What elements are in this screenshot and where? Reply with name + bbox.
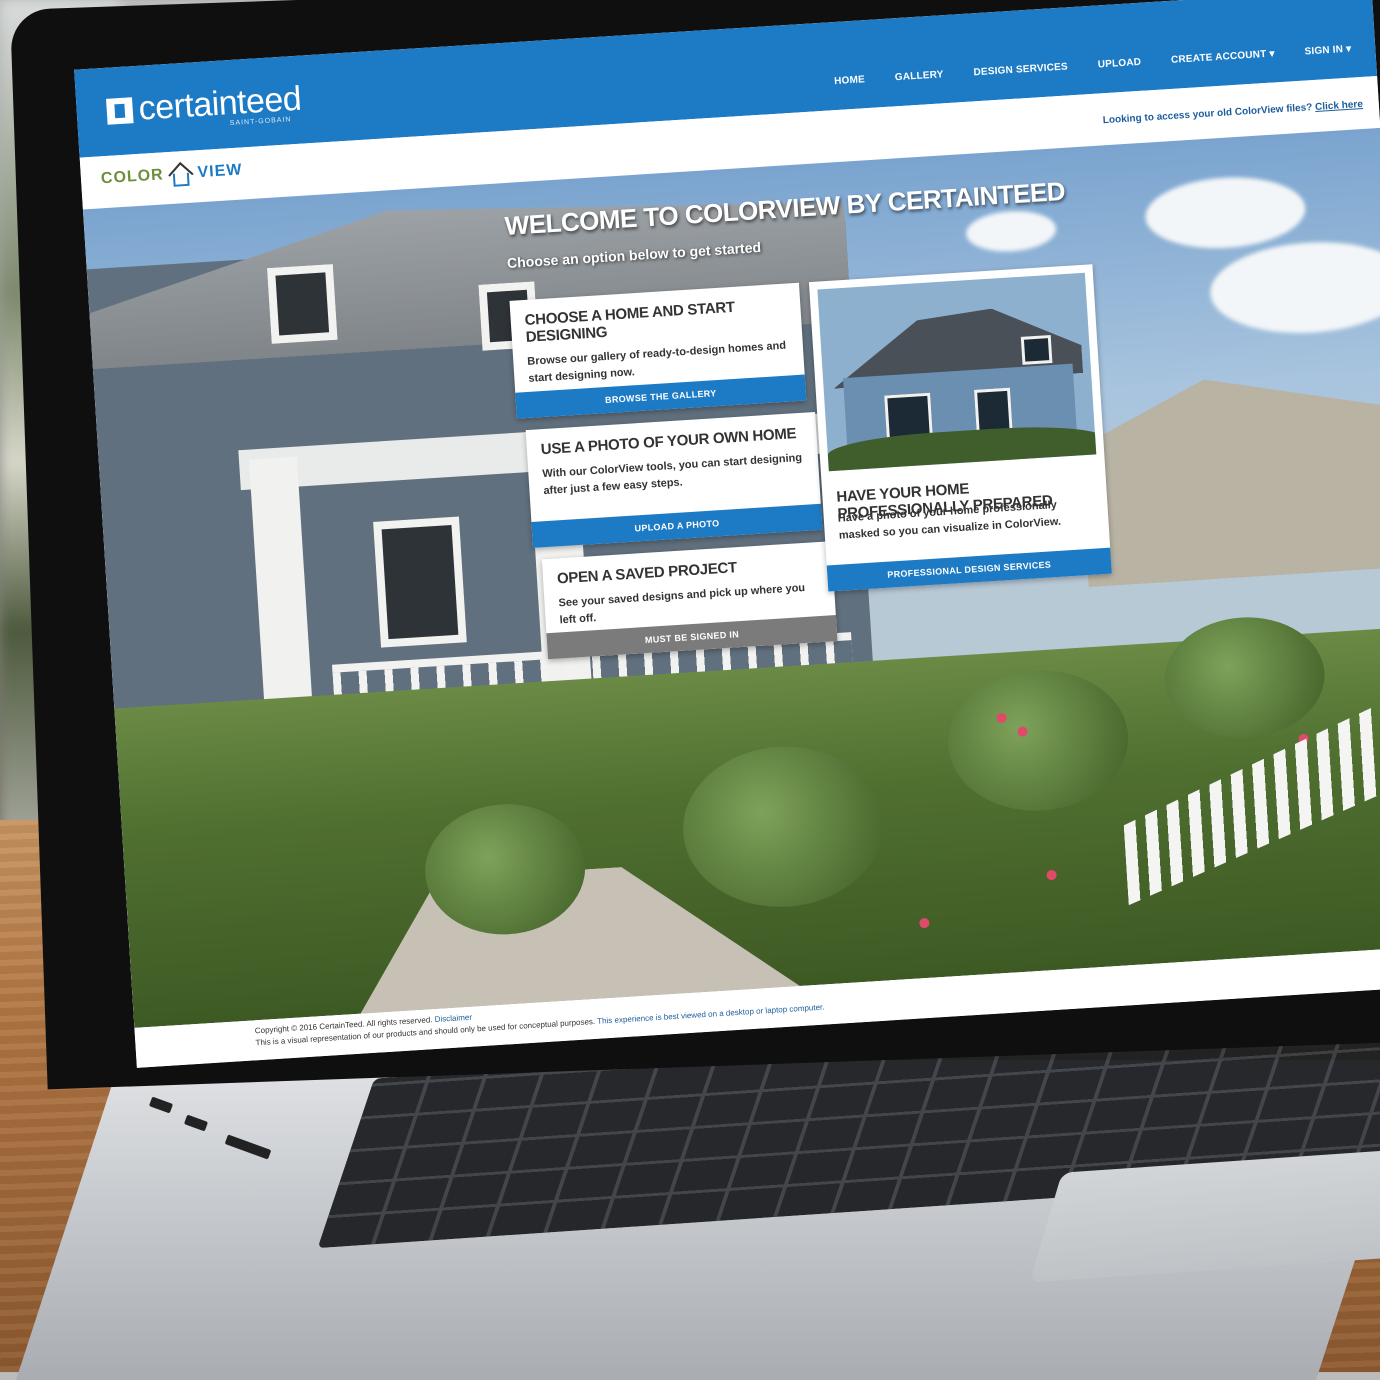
- laptop-screen: certainteed SAINT-GOBAIN HOME GALLERY DE…: [74, 0, 1380, 1068]
- disclaimer-link[interactable]: Disclaimer: [434, 1013, 472, 1024]
- gallery-card: Choose a home and start designing Browse…: [509, 282, 807, 419]
- old-files-text: Looking to access your old ColorView fil…: [1102, 102, 1313, 127]
- house-window: [373, 516, 467, 648]
- desktop-notice-link[interactable]: This experience is best viewed on a desk…: [597, 1003, 825, 1026]
- nav-create-account[interactable]: CREATE ACCOUNT ▾: [1171, 48, 1275, 65]
- certainteed-logo-icon: [105, 96, 134, 125]
- nav-design-services[interactable]: DESIGN SERVICES: [973, 61, 1068, 78]
- house-icon: [165, 158, 197, 190]
- nav-home[interactable]: HOME: [834, 74, 865, 87]
- nav-gallery[interactable]: GALLERY: [895, 69, 944, 83]
- main-nav: HOME GALLERY DESIGN SERVICES UPLOAD CREA…: [834, 44, 1352, 88]
- upload-card: Use a photo of your own home With our Co…: [525, 411, 823, 548]
- neighbor-houses: [1076, 367, 1380, 587]
- professional-card: Have your home professionally prepared H…: [808, 264, 1112, 592]
- cloud: [964, 208, 1058, 255]
- colorview-logo[interactable]: COLOR VIEW: [100, 155, 243, 194]
- cloud: [1143, 172, 1308, 253]
- laptop-bezel: certainteed SAINT-GOBAIN HOME GALLERY DE…: [10, 0, 1380, 1090]
- nav-sign-in[interactable]: SIGN IN ▾: [1304, 44, 1351, 58]
- dormer-window: [266, 263, 338, 344]
- nav-upload[interactable]: UPLOAD: [1097, 57, 1141, 71]
- professional-design-services-button[interactable]: Professional design services: [826, 547, 1112, 592]
- cloud: [1207, 236, 1380, 339]
- professional-card-photo: [817, 272, 1097, 472]
- old-files-link[interactable]: Click here: [1315, 99, 1363, 113]
- hero-banner: Welcome to ColorView by CertainTeed Choo…: [82, 127, 1380, 1028]
- saved-project-card: Open a saved project See your saved desi…: [541, 541, 838, 660]
- colorview-logo-left: COLOR: [100, 166, 165, 188]
- colorview-logo-right: VIEW: [197, 161, 243, 182]
- old-files-notice: Looking to access your old ColorView fil…: [1103, 99, 1364, 126]
